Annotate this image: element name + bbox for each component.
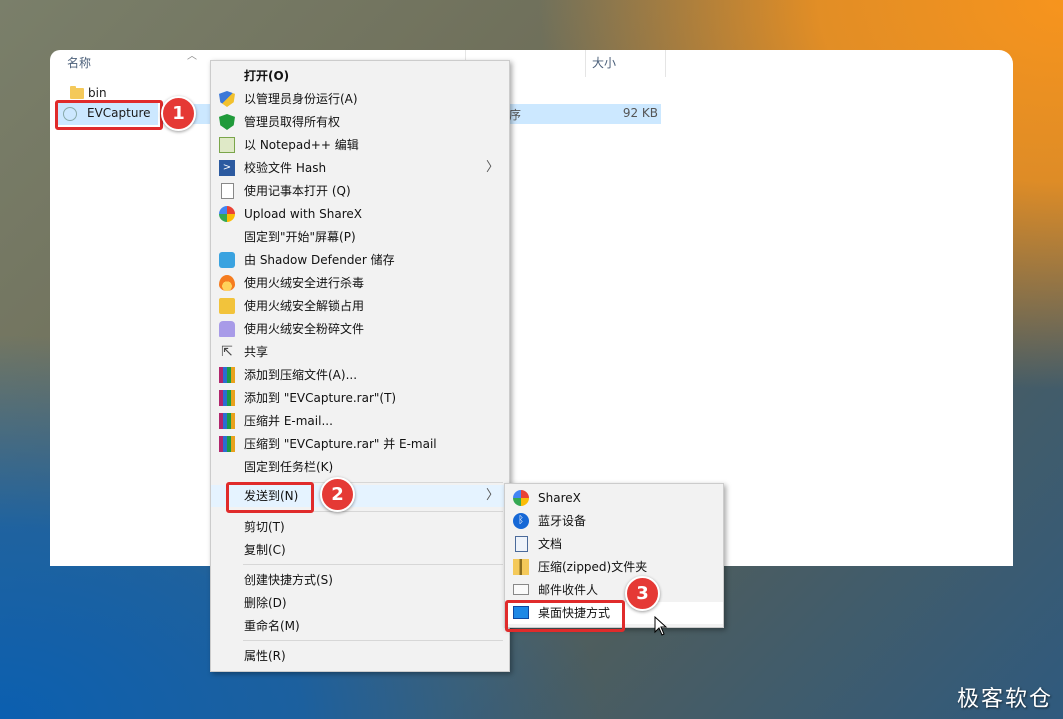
menu-item-huorong-scan[interactable]: 使用火绒安全进行杀毒 xyxy=(211,272,509,294)
menu-item-label: 使用火绒安全粉碎文件 xyxy=(244,322,365,336)
menu-item-label: ShareX xyxy=(538,491,581,505)
file-type-partial: 序 xyxy=(509,108,522,122)
menu-item-rename[interactable]: 重命名(M) xyxy=(211,615,509,637)
menu-item-label: 由 Shadow Defender 储存 xyxy=(244,253,395,267)
menu-separator xyxy=(243,564,503,565)
menu-item-huorong-unlock[interactable]: 使用火绒安全解锁占用 xyxy=(211,295,509,317)
folder-icon xyxy=(70,86,84,99)
submenu-arrow-icon: 〉 xyxy=(485,160,499,175)
menu-item-label: 固定到任务栏(K) xyxy=(244,460,334,474)
notepad-icon xyxy=(221,183,234,199)
column-header-size[interactable]: 大小 xyxy=(592,50,616,77)
menu-item-shadow-defender[interactable]: 由 Shadow Defender 储存 xyxy=(211,249,509,271)
step-badge-3: 3 xyxy=(625,576,660,611)
menu-item-label: 添加到压缩文件(A)... xyxy=(244,368,358,382)
menu-item-label: 打开(O) xyxy=(244,69,290,83)
menu-item-label: 文档 xyxy=(538,537,563,551)
menu-item-label: 属性(R) xyxy=(244,649,286,663)
sendto-item-bluetooth[interactable]: ᛒ 蓝牙设备 xyxy=(505,510,723,532)
menu-item-cut[interactable]: 剪切(T) xyxy=(211,516,509,538)
zip-folder-icon xyxy=(513,559,529,575)
menu-item-label: 邮件收件人 xyxy=(538,583,599,597)
step-badge-2: 2 xyxy=(320,477,355,512)
context-menu: 打开(O) 以管理员身份运行(A) 管理员取得所有权 以 Notepad++ 编… xyxy=(210,60,510,672)
winrar-icon xyxy=(219,367,235,383)
winrar-icon xyxy=(219,413,235,429)
menu-item-huorong-shred[interactable]: 使用火绒安全粉碎文件 xyxy=(211,318,509,340)
menu-item-label: 压缩到 "EVCapture.rar" 并 E-mail xyxy=(244,437,437,451)
menu-item-take-ownership[interactable]: 管理员取得所有权 xyxy=(211,111,509,133)
green-shield-icon xyxy=(219,114,235,130)
menu-item-label: 使用火绒安全解锁占用 xyxy=(244,299,365,313)
menu-item-label: 创建快捷方式(S) xyxy=(244,573,333,587)
column-separator[interactable] xyxy=(665,50,666,77)
sort-chevron-icon: ︿ xyxy=(187,51,197,62)
menu-item-compress-rar-email[interactable]: 压缩到 "EVCapture.rar" 并 E-mail xyxy=(211,433,509,455)
menu-item-label: 固定到"开始"屏幕(P) xyxy=(244,230,356,244)
menu-item-notepad-plus-plus[interactable]: 以 Notepad++ 编辑 xyxy=(211,134,509,156)
menu-item-label: 剪切(T) xyxy=(244,520,285,534)
menu-item-label: 以管理员身份运行(A) xyxy=(244,92,358,106)
watermark: 极客软仓 xyxy=(956,687,1053,712)
menu-item-label: 以 Notepad++ 编辑 xyxy=(244,138,359,152)
column-header-name[interactable]: 名称 xyxy=(67,50,91,77)
uac-shield-icon xyxy=(219,91,235,107)
column-separator[interactable] xyxy=(585,50,586,77)
menu-item-pin-to-start[interactable]: 固定到"开始"屏幕(P) xyxy=(211,226,509,248)
menu-item-pin-to-taskbar[interactable]: 固定到任务栏(K) xyxy=(211,456,509,478)
menu-item-label: 复制(C) xyxy=(244,543,286,557)
menu-item-label: 使用记事本打开 (Q) xyxy=(244,184,351,198)
highlight-box-step2 xyxy=(226,482,314,513)
menu-item-add-to-rar[interactable]: 添加到 "EVCapture.rar"(T) xyxy=(211,387,509,409)
sendto-item-documents[interactable]: 文档 xyxy=(505,533,723,555)
menu-item-label: 压缩并 E-mail... xyxy=(244,414,333,428)
menu-item-label: 共享 xyxy=(244,345,269,359)
menu-item-copy[interactable]: 复制(C) xyxy=(211,539,509,561)
menu-item-add-to-archive[interactable]: 添加到压缩文件(A)... xyxy=(211,364,509,386)
menu-item-label: 删除(D) xyxy=(244,596,287,610)
highlight-box-step1 xyxy=(55,100,163,130)
huorong-icon xyxy=(219,275,235,291)
menu-item-properties[interactable]: 属性(R) xyxy=(211,645,509,667)
menu-item-label: 使用火绒安全进行杀毒 xyxy=(244,276,365,290)
shadow-defender-icon xyxy=(219,252,235,268)
sendto-item-sharex[interactable]: ShareX xyxy=(505,487,723,509)
menu-item-open[interactable]: 打开(O) xyxy=(211,65,509,87)
menu-item-label: Upload with ShareX xyxy=(244,207,362,221)
menu-item-label: 压缩(zipped)文件夹 xyxy=(538,560,648,574)
sharex-icon xyxy=(219,206,235,222)
menu-item-open-with-notepad[interactable]: 使用记事本打开 (Q) xyxy=(211,180,509,202)
hash-icon: > xyxy=(219,160,235,176)
menu-item-upload-sharex[interactable]: Upload with ShareX xyxy=(211,203,509,225)
sharex-icon xyxy=(513,490,529,506)
bluetooth-icon: ᛒ xyxy=(513,513,529,529)
menu-item-label: 添加到 "EVCapture.rar"(T) xyxy=(244,391,397,405)
winrar-icon xyxy=(219,390,235,406)
sendto-item-mail[interactable]: 邮件收件人 xyxy=(505,579,723,601)
share-icon: ⇱ xyxy=(221,344,233,360)
winrar-icon xyxy=(219,436,235,452)
menu-item-label: 管理员取得所有权 xyxy=(244,115,341,129)
documents-icon xyxy=(515,536,528,552)
highlight-box-step3 xyxy=(505,600,625,632)
menu-item-create-shortcut[interactable]: 创建快捷方式(S) xyxy=(211,569,509,591)
notepad-plus-plus-icon xyxy=(219,137,235,153)
mouse-cursor-icon xyxy=(654,616,668,636)
menu-item-delete[interactable]: 删除(D) xyxy=(211,592,509,614)
menu-item-file-hash[interactable]: > 校验文件 Hash 〉 xyxy=(211,157,509,179)
menu-item-share[interactable]: ⇱ 共享 xyxy=(211,341,509,363)
menu-separator xyxy=(243,640,503,641)
menu-item-run-as-admin[interactable]: 以管理员身份运行(A) xyxy=(211,88,509,110)
step-badge-1: 1 xyxy=(161,96,196,131)
submenu-arrow-icon: 〉 xyxy=(485,488,499,503)
menu-item-compress-email[interactable]: 压缩并 E-mail... xyxy=(211,410,509,432)
mail-icon xyxy=(513,584,529,595)
huorong-unlock-icon xyxy=(219,298,235,314)
menu-item-label: 重命名(M) xyxy=(244,619,300,633)
sendto-item-zip-folder[interactable]: 压缩(zipped)文件夹 xyxy=(505,556,723,578)
menu-item-label: 蓝牙设备 xyxy=(538,514,587,528)
menu-item-label: 校验文件 Hash xyxy=(244,161,327,175)
huorong-shred-icon xyxy=(219,321,235,337)
file-size: 92 KB xyxy=(622,106,658,120)
